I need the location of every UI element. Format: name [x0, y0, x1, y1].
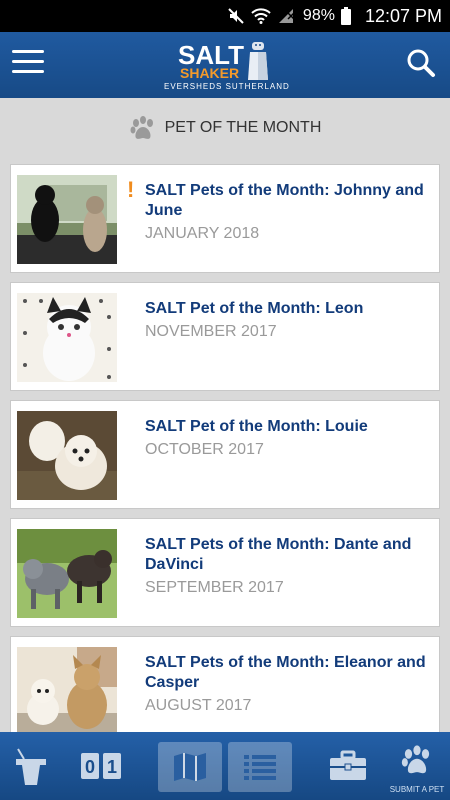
list-item[interactable]: SALT Pet of the Month: Louie OCTOBER 201… [10, 400, 440, 509]
app-logo: SALT SHAKER EVERSHEDS SUTHERLAND [160, 38, 300, 94]
battery-percent: 98% [302, 7, 335, 24]
menu-button[interactable] [12, 50, 44, 80]
svg-text:0: 0 [85, 757, 95, 777]
map-icon [174, 753, 206, 781]
pet-photo [17, 529, 117, 618]
status-bar: 98% 12:07 PM [0, 0, 450, 32]
logo-shaker-text: SHAKER [180, 65, 240, 81]
list-item[interactable]: ! SALT Pets of the Month: Johnny and Jun… [10, 164, 440, 273]
search-button[interactable] [406, 48, 438, 80]
pet-photo [17, 293, 117, 382]
list-item[interactable]: SALT Pets of the Month: Eleanor and Casp… [10, 636, 440, 745]
item-date: OCTOBER 2017 [145, 441, 264, 458]
pet-photo [17, 411, 117, 500]
menu-icon-line [12, 60, 44, 63]
list-item[interactable]: SALT Pets of the Month: Dante and DaVinc… [10, 518, 440, 627]
nav-submit-pet[interactable]: SUBMIT A PET [386, 732, 448, 800]
salt-shaker-icon [248, 42, 268, 80]
nav-map[interactable] [158, 742, 222, 792]
list-item[interactable]: SALT Pet of the Month: Leon NOVEMBER 201… [10, 282, 440, 391]
item-title: SALT Pets of the Month: Dante and DaVinc… [145, 536, 412, 573]
briefcase-icon [330, 750, 366, 780]
pet-photo [17, 647, 117, 736]
new-badge: ! [127, 177, 135, 202]
item-title: SALT Pet of the Month: Louie [145, 418, 368, 435]
search-icon [407, 49, 435, 77]
app-header: SALT SHAKER EVERSHEDS SUTHERLAND [0, 32, 450, 98]
section-title: PET OF THE MONTH [164, 119, 322, 136]
wifi-icon [251, 8, 271, 24]
battery-icon [340, 7, 351, 25]
item-date: JANUARY 2018 [145, 225, 260, 242]
paw-icon [401, 745, 430, 774]
nav-counter[interactable]: 0 1 [76, 732, 126, 800]
bottom-nav: 0 1 SUBMIT A PET [0, 732, 450, 800]
list-icon [244, 755, 276, 780]
section-header: PET OF THE MONTH [0, 98, 450, 158]
menu-icon-line [12, 50, 44, 53]
nav-list[interactable] [228, 742, 292, 792]
podium-icon [16, 748, 46, 785]
menu-icon-line [12, 70, 44, 73]
item-title: SALT Pet of the Month: Leon [145, 300, 364, 317]
item-title: SALT Pets of the Month: Johnny and June [145, 182, 424, 219]
item-date: NOVEMBER 2017 [145, 323, 277, 340]
svg-text:1: 1 [107, 757, 117, 777]
paw-icon [130, 116, 153, 139]
item-date: SEPTEMBER 2017 [145, 579, 284, 596]
pet-list: ! SALT Pets of the Month: Johnny and Jun… [10, 164, 440, 754]
nav-briefcase[interactable] [322, 732, 374, 800]
submit-pet-label: SUBMIT A PET [389, 785, 445, 794]
counter-icon: 0 1 [81, 753, 121, 779]
item-title: SALT Pets of the Month: Eleanor and Casp… [145, 654, 426, 691]
item-date: AUGUST 2017 [145, 697, 252, 714]
status-time: 12:07 PM [364, 5, 442, 26]
logo-subtitle: EVERSHEDS SUTHERLAND [164, 82, 290, 91]
signal-icon [278, 9, 295, 23]
pet-photo [17, 175, 117, 264]
nav-podium[interactable] [6, 732, 56, 800]
mute-icon [228, 8, 244, 24]
